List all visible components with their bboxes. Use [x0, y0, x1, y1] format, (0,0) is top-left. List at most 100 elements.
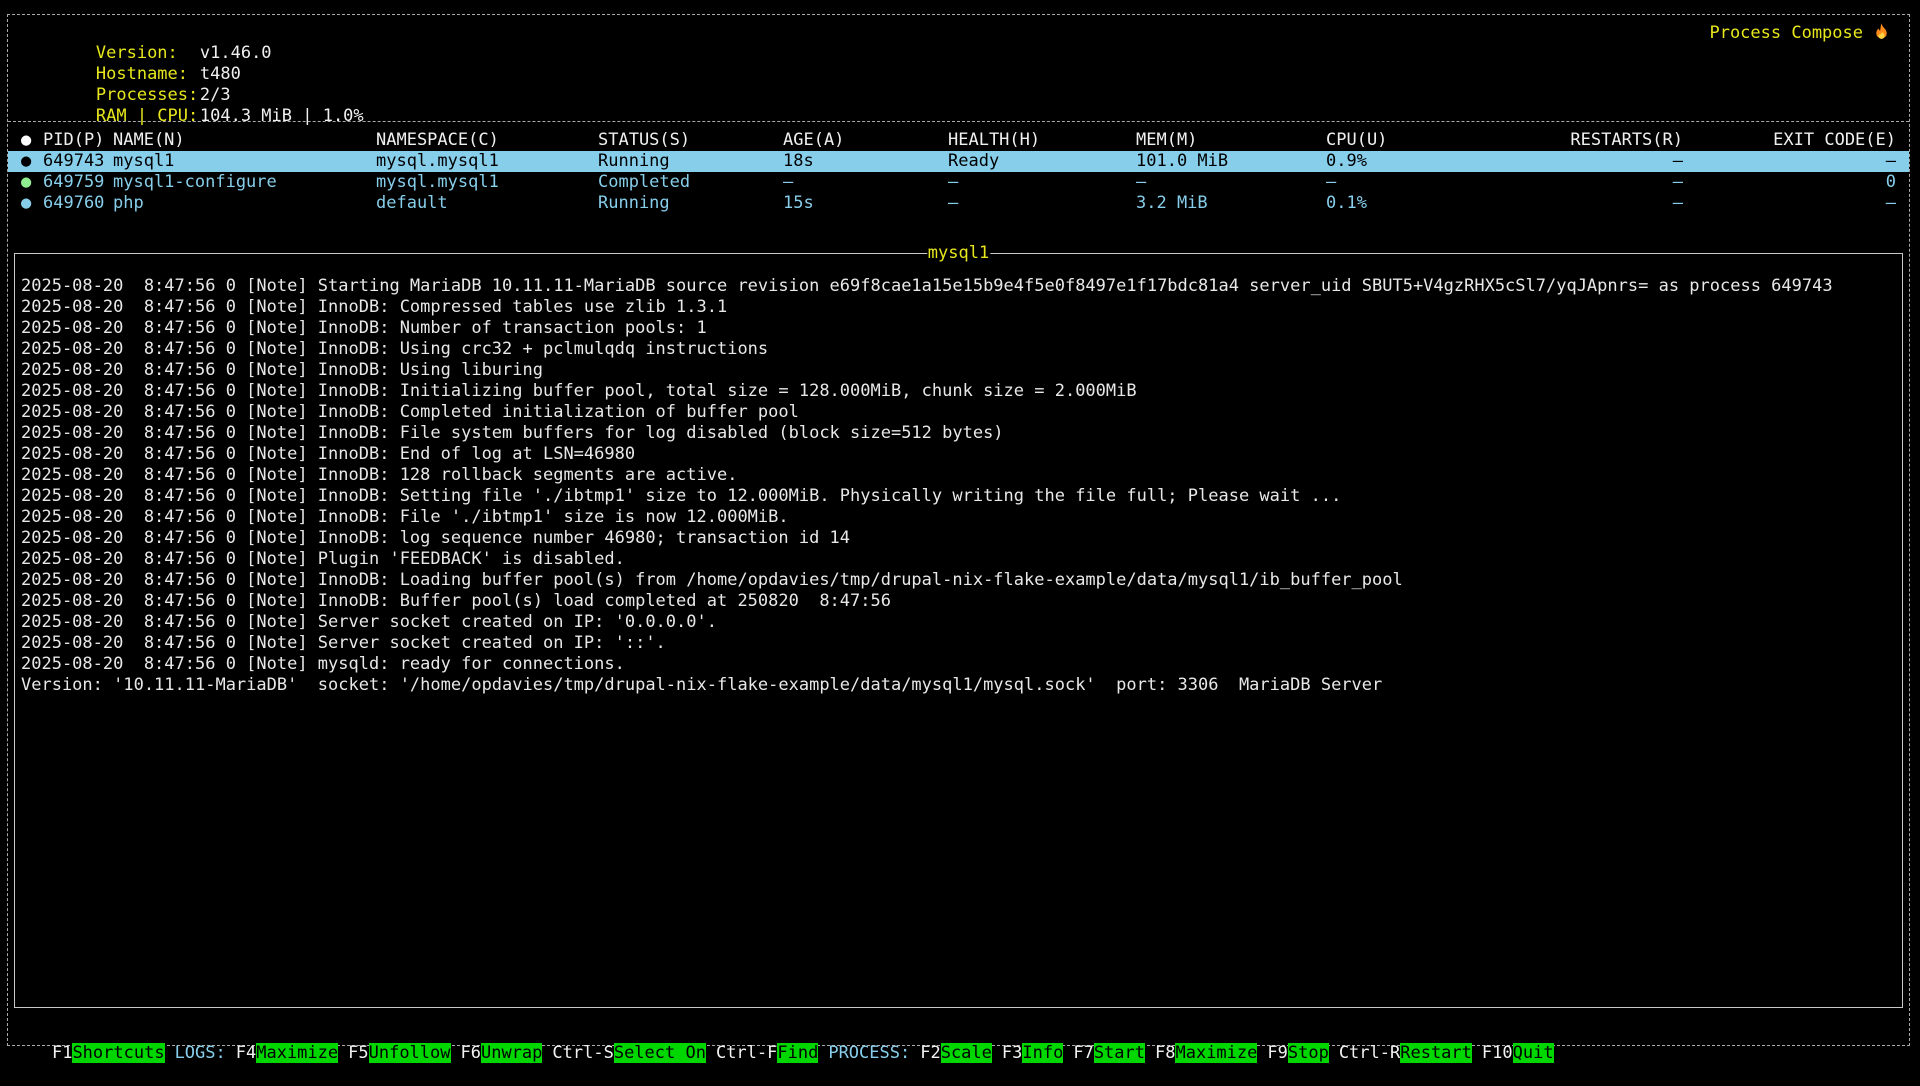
log-line: 2025-08-20 8:47:56 0 [Note] InnoDB: Comp… — [21, 402, 1894, 423]
shortcut-f8: F8Maximize — [1155, 1043, 1257, 1063]
shortcut-f9: F9Stop — [1267, 1043, 1328, 1063]
status-dot-icon: ● — [21, 172, 43, 193]
shortcut-f7: F7Start — [1073, 1043, 1145, 1063]
shortcut-f3: F3Info — [1002, 1043, 1063, 1063]
key-label: Ctrl-R — [1339, 1043, 1400, 1063]
start-button[interactable]: Start — [1094, 1043, 1145, 1063]
shortcut-ctrl-s: Ctrl-SSelect On — [552, 1043, 706, 1063]
cell-namespace: mysql.mysql1 — [376, 151, 598, 172]
hostname-label: Hostname: — [96, 64, 200, 85]
log-line: 2025-08-20 8:47:56 0 [Note] InnoDB: Buff… — [21, 591, 1894, 612]
cell-name: php — [113, 193, 376, 214]
unwrap-button[interactable]: Unwrap — [481, 1043, 542, 1063]
shortcut-f5: F5Unfollow — [348, 1043, 450, 1063]
log-panel[interactable]: mysql1 2025-08-20 8:47:56 0 [Note] Start… — [14, 253, 1903, 1008]
shortcut-f4: F4Maximize — [236, 1043, 338, 1063]
log-line: 2025-08-20 8:47:56 0 [Note] Plugin 'FEED… — [21, 549, 1894, 570]
status-dot-icon: ● — [21, 151, 43, 172]
hostname-value: t480 — [200, 64, 241, 84]
key-label: F10 — [1482, 1043, 1513, 1063]
cell-status: Running — [598, 151, 783, 172]
log-line: 2025-08-20 8:47:56 0 [Note] InnoDB: log … — [21, 528, 1894, 549]
info-button[interactable]: Info — [1022, 1043, 1063, 1063]
table-row-php[interactable]: ● 649760 php default Running 15s – 3.2 M… — [8, 193, 1909, 214]
key-label: F8 — [1155, 1043, 1175, 1063]
cell-exit-code: 0 — [1683, 172, 1896, 193]
select-on-button[interactable]: Select On — [614, 1043, 706, 1063]
process-table: ● PID(P) NAME(N) NAMESPACE(C) STATUS(S) … — [8, 123, 1909, 253]
log-line: 2025-08-20 8:47:56 0 [Note] InnoDB: Usin… — [21, 339, 1894, 360]
shortcut-f10: F10Quit — [1482, 1043, 1554, 1063]
log-line: 2025-08-20 8:47:56 0 [Note] InnoDB: Numb… — [21, 318, 1894, 339]
table-row-mysql1[interactable]: ● 649743 mysql1 mysql.mysql1 Running 18s… — [8, 151, 1909, 172]
column-header-pid: PID(P) — [43, 130, 113, 151]
cell-mem: – — [1136, 172, 1326, 193]
cell-mem: 101.0 MiB — [1136, 151, 1326, 172]
table-row-mysql1-configure[interactable]: ● 649759 mysql1-configure mysql.mysql1 C… — [8, 172, 1909, 193]
cell-cpu: 0.1% — [1326, 193, 1448, 214]
cell-pid: 649760 — [43, 193, 113, 214]
column-header-age: AGE(A) — [783, 130, 948, 151]
scale-button[interactable]: Scale — [941, 1043, 992, 1063]
log-line: 2025-08-20 8:47:56 0 [Note] mysqld: read… — [21, 654, 1894, 675]
column-header-mem: MEM(M) — [1136, 130, 1326, 151]
cell-status: Running — [598, 193, 783, 214]
key-label: F1 — [52, 1043, 72, 1063]
log-line: 2025-08-20 8:47:56 0 [Note] InnoDB: End … — [21, 444, 1894, 465]
cell-health: Ready — [948, 151, 1136, 172]
column-header-cpu: CPU(U) — [1326, 130, 1448, 151]
column-header-status: STATUS(S) — [598, 130, 783, 151]
cell-restarts: – — [1448, 172, 1683, 193]
system-info: Version:v1.46.0 Hostname:t480 Processes:… — [14, 22, 364, 106]
logs-section-label: LOGS: — [175, 1043, 226, 1063]
unfollow-button[interactable]: Unfollow — [369, 1043, 451, 1063]
cell-status: Completed — [598, 172, 783, 193]
quit-button[interactable]: Quit — [1513, 1043, 1554, 1063]
log-line: 2025-08-20 8:47:56 0 [Note] InnoDB: File… — [21, 423, 1894, 444]
log-line: 2025-08-20 8:47:56 0 [Note] InnoDB: Sett… — [21, 486, 1894, 507]
column-header-health: HEALTH(H) — [948, 130, 1136, 151]
shortcut-ctrl-r: Ctrl-RRestart — [1339, 1043, 1472, 1063]
header-pane: Version:v1.46.0 Hostname:t480 Processes:… — [8, 15, 1909, 122]
version-value: v1.46.0 — [200, 43, 272, 63]
shortcuts-button[interactable]: Shortcuts — [72, 1043, 164, 1063]
log-line: 2025-08-20 8:47:56 0 [Note] InnoDB: Load… — [21, 570, 1894, 591]
logs-maximize-button[interactable]: Maximize — [256, 1043, 338, 1063]
version-label: Version: — [96, 43, 200, 64]
fire-icon — [1872, 22, 1891, 41]
cell-health: – — [948, 193, 1136, 214]
cell-age: 18s — [783, 151, 948, 172]
log-line: 2025-08-20 8:47:56 0 [Note] Server socke… — [21, 612, 1894, 633]
stop-button[interactable]: Stop — [1288, 1043, 1329, 1063]
log-line: 2025-08-20 8:47:56 0 [Note] InnoDB: Init… — [21, 381, 1894, 402]
log-body: 2025-08-20 8:47:56 0 [Note] Starting Mar… — [15, 254, 1902, 696]
cell-health: – — [948, 172, 1136, 193]
shortcut-ctrl-f: Ctrl-FFind — [716, 1043, 818, 1063]
cell-mem: 3.2 MiB — [1136, 193, 1326, 214]
process-section-label: PROCESS: — [828, 1043, 910, 1063]
column-header-name: NAME(N) — [113, 130, 376, 151]
app-title-text: Process Compose — [1709, 23, 1863, 43]
column-header-exit-code: EXIT CODE(E) — [1683, 130, 1896, 151]
process-maximize-button[interactable]: Maximize — [1175, 1043, 1257, 1063]
shortcut-bar: F1ShortcutsLOGS:F4MaximizeF5UnfollowF6Un… — [11, 1020, 1906, 1042]
process-compose-app: Version:v1.46.0 Hostname:t480 Processes:… — [7, 14, 1910, 1046]
key-label: F3 — [1002, 1043, 1022, 1063]
cell-cpu: – — [1326, 172, 1448, 193]
cell-restarts: – — [1448, 151, 1683, 172]
status-dot-icon: ● — [21, 193, 43, 214]
version-line: Version:v1.46.0 — [14, 22, 364, 43]
shortcut-f6: F6Unwrap — [461, 1043, 543, 1063]
log-line: 2025-08-20 8:47:56 0 [Note] InnoDB: 128 … — [21, 465, 1894, 486]
key-label: F9 — [1267, 1043, 1287, 1063]
cell-exit-code: – — [1683, 193, 1896, 214]
key-label: Ctrl-S — [552, 1043, 613, 1063]
app-title: Process Compose — [1709, 22, 1891, 43]
find-button[interactable]: Find — [777, 1043, 818, 1063]
log-line: 2025-08-20 8:47:56 0 [Note] Server socke… — [21, 633, 1894, 654]
log-line: 2025-08-20 8:47:56 0 [Note] Starting Mar… — [21, 276, 1894, 297]
cell-name: mysql1 — [113, 151, 376, 172]
shortcut-f2: F2Scale — [920, 1043, 992, 1063]
restart-button[interactable]: Restart — [1400, 1043, 1472, 1063]
cell-namespace: mysql.mysql1 — [376, 172, 598, 193]
